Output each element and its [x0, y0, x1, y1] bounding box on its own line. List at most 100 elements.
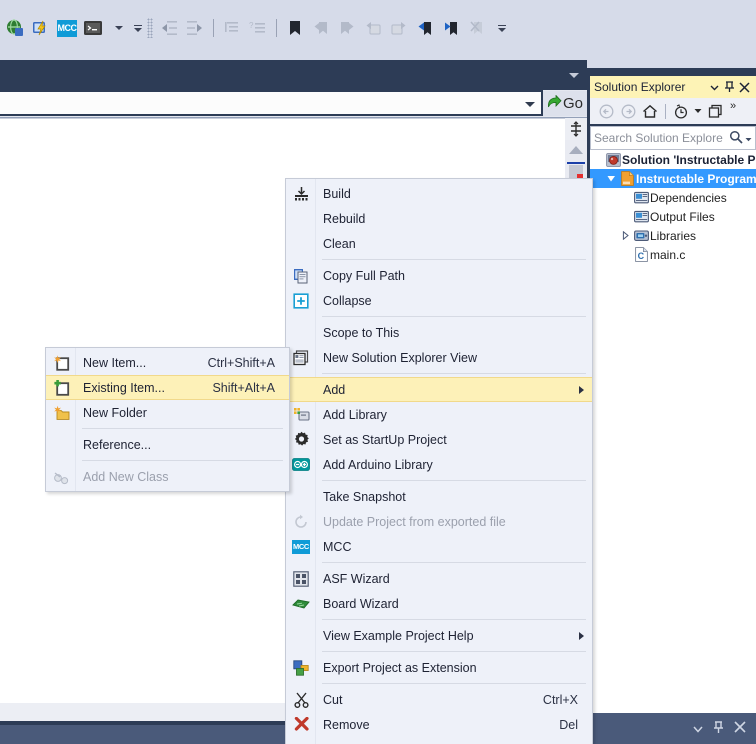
- previous-bookmark-in-document-icon[interactable]: [414, 17, 436, 39]
- pin-icon-footer[interactable]: [713, 720, 724, 737]
- menu-item-add-new-class: Add New Class: [46, 464, 289, 489]
- menu-item-add-library[interactable]: Add Library: [286, 402, 592, 427]
- add-submenu[interactable]: New Item... Ctrl+Shift+A Existing Item... S…: [45, 347, 290, 492]
- tree-node-label: Solution 'Instructable Pro: [622, 152, 756, 167]
- menu-item-reference[interactable]: Reference...: [46, 432, 289, 457]
- menu-item-add-arduino-library[interactable]: Add Arduino Library: [286, 452, 592, 477]
- panel-title: Solution Explorer: [594, 80, 686, 94]
- menu-item-shortcut: Ctrl+Shift+A: [207, 355, 275, 370]
- menu-item-label: New Folder: [83, 405, 147, 420]
- menu-item-existing-item[interactable]: Existing Item... Shift+Alt+A: [46, 375, 289, 400]
- expander-icon[interactable]: [604, 174, 618, 183]
- svg-text:?: ?: [249, 21, 254, 30]
- previous-bookmark-in-folder-icon: [362, 17, 384, 39]
- menu-item-add[interactable]: Add: [286, 377, 592, 402]
- lightning-debug-icon[interactable]: [30, 17, 52, 39]
- properties-window-icon[interactable]: [705, 101, 725, 121]
- menu-item-cut[interactable]: Cut Ctrl+X: [286, 687, 592, 712]
- expander-icon[interactable]: [618, 231, 632, 240]
- search-dropdown-icon[interactable]: [745, 131, 752, 145]
- scrollbar-marker-blue: [567, 162, 585, 164]
- navigate-combo[interactable]: [0, 90, 543, 116]
- menu-item-label: Export Project as Extension: [323, 660, 477, 675]
- previous-bookmark-icon: [310, 17, 332, 39]
- close-icon[interactable]: [737, 79, 752, 95]
- tree-node-main-c[interactable]: Cmain.c: [590, 245, 756, 264]
- build-icon: [286, 181, 316, 206]
- panel-dropdown-icon-footer[interactable]: [693, 722, 703, 736]
- menu-item-collapse[interactable]: Collapse: [286, 288, 592, 313]
- menu-item-new-item[interactable]: New Item... Ctrl+Shift+A: [46, 350, 289, 375]
- remove-x-icon: [286, 712, 316, 737]
- menu-item-build[interactable]: Build: [286, 181, 592, 206]
- menu-item-label: New Item...: [83, 355, 147, 370]
- tree-node-libraries[interactable]: Libraries: [590, 226, 756, 245]
- rename-icon: [286, 737, 316, 744]
- menu-separator: [82, 460, 283, 461]
- menu-separator: [322, 619, 586, 620]
- menu-item-export-project-as-extension[interactable]: Export Project as Extension: [286, 655, 592, 680]
- next-bookmark-in-document-icon[interactable]: [440, 17, 462, 39]
- tree-node-instructable-program[interactable]: Instructable Program: [590, 169, 756, 188]
- scroll-up-arrow-icon[interactable]: [569, 146, 583, 154]
- console-window-icon[interactable]: [82, 17, 104, 39]
- menu-item-copy-full-path[interactable]: Copy Full Path: [286, 263, 592, 288]
- chevron-down-icon[interactable]: [525, 102, 535, 107]
- menu-item-mcc[interactable]: MCC MCC: [286, 534, 592, 559]
- menu-item-board-wizard[interactable]: Board Wizard: [286, 591, 592, 616]
- pin-icon[interactable]: [722, 79, 737, 95]
- magnifier-icon[interactable]: [729, 130, 743, 147]
- panel-dropdown-icon[interactable]: [707, 79, 722, 95]
- menu-item-scope-to-this[interactable]: Scope to This: [286, 320, 592, 345]
- tab-dropdown-icon[interactable]: [569, 73, 579, 78]
- menu-item-view-example-project-help[interactable]: View Example Project Help: [286, 623, 592, 648]
- home-icon[interactable]: [640, 101, 660, 121]
- project-file-icon: [618, 171, 636, 186]
- menu-item-label: Reference...: [83, 437, 152, 452]
- menu-item-no-icon: [286, 231, 316, 256]
- menu-item-set-as-startup-project[interactable]: Set as StartUp Project: [286, 427, 592, 452]
- go-button[interactable]: Go: [543, 91, 587, 116]
- search-solution-explorer-input[interactable]: Search Solution Explore: [590, 126, 756, 150]
- pending-changes-dropdown-icon[interactable]: [693, 101, 703, 121]
- toolbar-grip[interactable]: [147, 18, 153, 38]
- menu-item-no-icon: [286, 484, 316, 509]
- decrease-indent-icon: [158, 17, 180, 39]
- tree-node-solution-instructable-pro[interactable]: Solution 'Instructable Pro: [590, 150, 756, 169]
- existing-item-icon: [46, 375, 76, 400]
- tree-node-label: Dependencies: [650, 190, 727, 205]
- add-class-icon: [46, 464, 76, 489]
- toolbar-overflow-icon-2[interactable]: [496, 17, 508, 39]
- menu-item-asf-wizard[interactable]: ASF Wizard: [286, 566, 592, 591]
- close-icon-footer[interactable]: [734, 721, 746, 736]
- split-view-icon[interactable]: [565, 118, 587, 140]
- menu-item-shortcut: Del: [559, 717, 578, 732]
- toolbar-dropdown-caret-icon[interactable]: [108, 17, 130, 39]
- menu-separator: [322, 259, 586, 260]
- pending-changes-icon[interactable]: [671, 101, 691, 121]
- solution-explorer-titlebar[interactable]: Solution Explorer: [590, 76, 756, 98]
- menu-item-rebuild[interactable]: Rebuild: [286, 206, 592, 231]
- toolbar-separator: [665, 103, 666, 119]
- tree-node-dependencies[interactable]: Dependencies: [590, 188, 756, 207]
- solution-tree[interactable]: Solution 'Instructable Pro Instructable P…: [590, 150, 756, 744]
- menu-item-no-icon: [46, 432, 76, 457]
- toolbar-overflow-icon[interactable]: [132, 17, 144, 39]
- menu-item-remove[interactable]: Remove Del: [286, 712, 592, 737]
- menu-item-clean[interactable]: Clean: [286, 231, 592, 256]
- menu-separator: [322, 480, 586, 481]
- menu-item-rename[interactable]: RenameF2: [286, 737, 592, 744]
- menu-item-new-folder[interactable]: New Folder: [46, 400, 289, 425]
- menu-item-new-solution-explorer-view[interactable]: New Solution Explorer View: [286, 345, 592, 370]
- menu-item-take-snapshot[interactable]: Take Snapshot: [286, 484, 592, 509]
- debug-browser-icon[interactable]: [4, 17, 26, 39]
- project-context-menu[interactable]: Build Rebuild Clean Copy Full Path Collapse S…: [285, 178, 593, 744]
- tree-node-label: Libraries: [650, 228, 697, 243]
- comment-lines-icon: [221, 17, 243, 39]
- bookmark-icon[interactable]: [284, 17, 306, 39]
- green-arrow-go-icon: [548, 95, 562, 108]
- toolbar-overflow-icon[interactable]: »: [727, 101, 739, 121]
- menu-item-label: Rebuild: [323, 211, 366, 226]
- mcc-icon[interactable]: MCC: [56, 17, 78, 39]
- tree-node-output-files[interactable]: Output Files: [590, 207, 756, 226]
